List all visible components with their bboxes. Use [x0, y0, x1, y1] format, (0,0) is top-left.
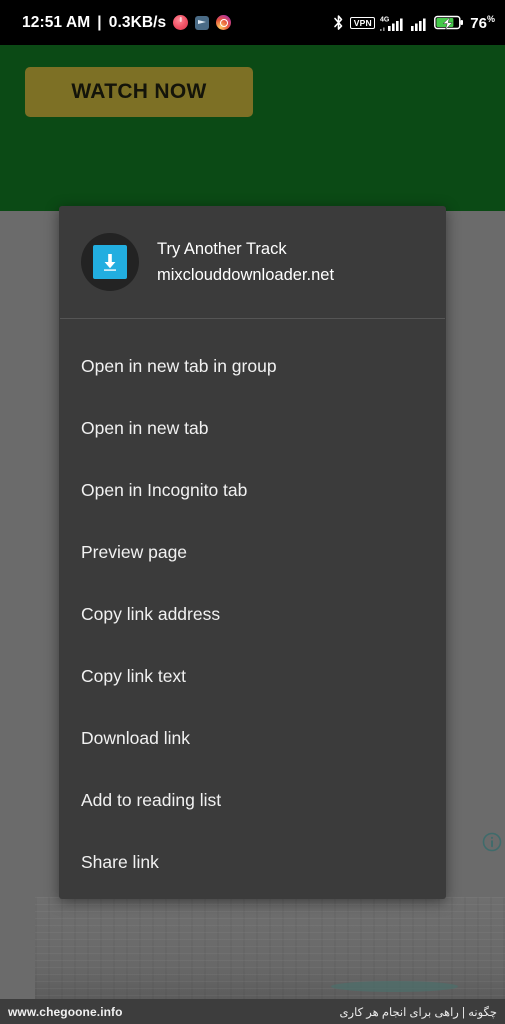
telegram-icon — [195, 15, 210, 30]
menu-item-preview-page[interactable]: Preview page — [59, 521, 446, 583]
menu-item-open-in-new-tab-in-group[interactable]: Open in new tab in group — [59, 335, 446, 397]
link-context-menu: Try Another Track mixclouddownloader.net… — [59, 206, 446, 899]
vpn-badge: VPN — [350, 16, 376, 29]
status-separator: | — [97, 13, 102, 31]
instagram-icon — [216, 15, 232, 30]
download-arrow-icon — [93, 245, 127, 279]
watch-now-button[interactable]: WATCH NOW — [25, 67, 253, 117]
menu-item-open-in-new-tab[interactable]: Open in new tab — [59, 397, 446, 459]
context-menu-header: Try Another Track mixclouddownloader.net — [59, 206, 446, 318]
music-app-icon — [173, 15, 189, 30]
context-menu-items: Open in new tab in group Open in new tab… — [59, 319, 446, 893]
context-menu-header-text: Try Another Track mixclouddownloader.net — [157, 239, 334, 285]
menu-item-add-to-reading-list[interactable]: Add to reading list — [59, 769, 446, 831]
footer-tagline: چگونه | راهی برای انجام هر کاری — [339, 1006, 497, 1019]
svg-text:4G: 4G — [380, 16, 390, 23]
status-bar: 12:51 AM | 0.3KB/s VPN 4G 76% — [0, 0, 505, 45]
network-speed: 0.3KB/s — [108, 13, 167, 31]
footer-site-url[interactable]: www.chegoone.info — [8, 1005, 123, 1019]
link-title: Try Another Track — [157, 239, 287, 258]
menu-item-copy-link-address[interactable]: Copy link address — [59, 583, 446, 645]
page-footer: www.chegoone.info چگونه | راهی برای انجا… — [0, 999, 505, 1024]
signal-sim1-icon: 4G — [380, 14, 406, 32]
battery-percent: 76% — [470, 13, 495, 32]
status-clock: 12:51 AM — [22, 13, 91, 31]
link-domain: mixclouddownloader.net — [157, 265, 335, 284]
menu-item-share-link[interactable]: Share link — [59, 831, 446, 893]
bluetooth-icon — [332, 14, 345, 32]
promo-banner: WATCH NOW — [0, 45, 505, 211]
menu-item-download-link[interactable]: Download link — [59, 707, 446, 769]
status-bar-right: VPN 4G 76% — [332, 14, 495, 32]
menu-item-open-in-incognito-tab[interactable]: Open in Incognito tab — [59, 459, 446, 521]
battery-charging-icon — [434, 14, 464, 31]
status-bar-left: 12:51 AM | 0.3KB/s — [22, 13, 232, 32]
phone-screen: 12:51 AM | 0.3KB/s VPN 4G 76% WATCH NOW … — [0, 0, 505, 1024]
info-circle-icon[interactable] — [481, 831, 503, 853]
signal-sim2-icon — [411, 14, 429, 32]
avatar — [81, 233, 139, 291]
menu-item-copy-link-text[interactable]: Copy link text — [59, 645, 446, 707]
